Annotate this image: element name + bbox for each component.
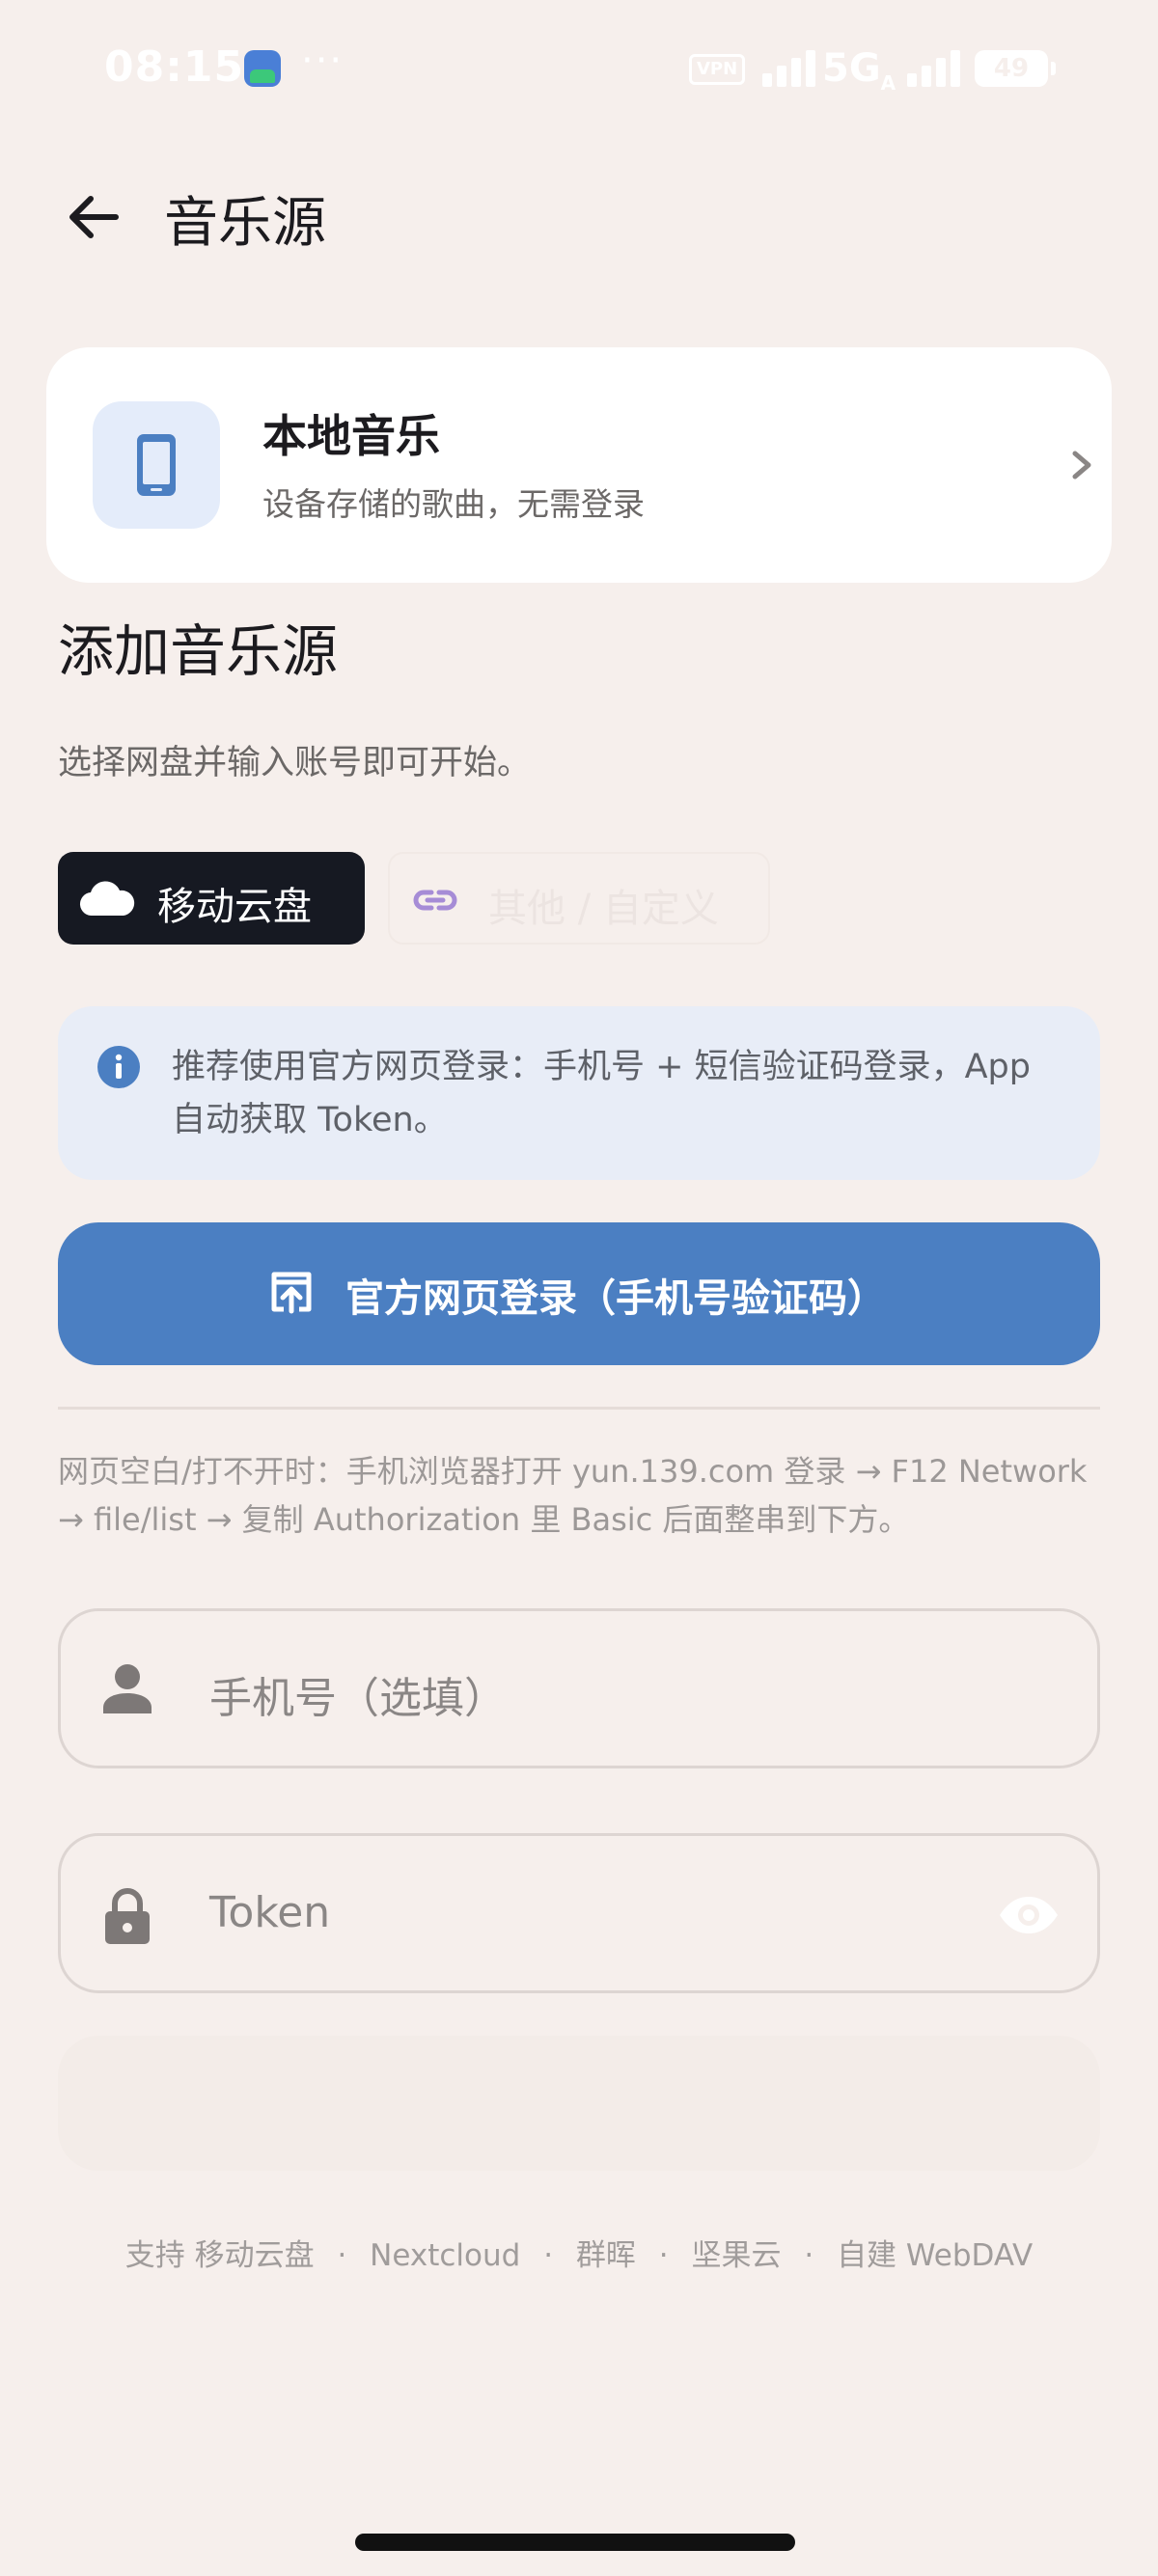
chip-other-custom[interactable]: 其他 / 自定义 — [388, 852, 770, 945]
open-in-browser-icon — [271, 1272, 312, 1314]
status-time: 08:15 — [104, 42, 245, 92]
visibility-eye-icon[interactable] — [997, 1894, 1061, 1936]
page-title: 音乐源 — [164, 192, 326, 255]
info-text: 推荐使用官方网页登录：手机号 + 短信验证码登录，App 自动获取 Token。 — [172, 1048, 1031, 1139]
hint-text: 网页空白/打不开时：手机浏览器打开 yun.139.com 登录 → F12 N… — [58, 1453, 1088, 1538]
vpn-badge: VPN — [689, 54, 746, 85]
chip-other-custom-label: 其他 / 自定义 — [488, 887, 719, 931]
more-notifications-icon: ··· — [301, 39, 345, 83]
submit-button-disabled[interactable] — [58, 2036, 1100, 2171]
official-web-login-button[interactable]: 官方网页登录（手机号验证码） — [58, 1222, 1100, 1365]
person-icon — [103, 1664, 152, 1713]
home-indicator[interactable] — [355, 2534, 795, 2551]
info-box: 推荐使用官方网页登录：手机号 + 短信验证码登录，App 自动获取 Token。 — [58, 1006, 1100, 1180]
chevron-right-icon — [1060, 442, 1102, 488]
app-notification-icon — [244, 50, 281, 87]
battery-icon: 49 — [975, 50, 1056, 87]
cloud-icon — [79, 881, 135, 917]
add-source-subtitle: 选择网盘并输入账号即可开始。 — [58, 744, 532, 782]
phone-icon — [93, 401, 220, 529]
status-bar: 08:15 ··· VPN 5GA 49 — [0, 0, 1158, 145]
lock-icon — [105, 1888, 150, 1944]
phone-input[interactable]: 手机号（选填） — [58, 1608, 1100, 1768]
token-input[interactable]: Token — [58, 1833, 1100, 1993]
network-type: 5GA — [822, 46, 896, 95]
signal-icon-2 — [907, 50, 963, 87]
link-icon — [413, 890, 457, 911]
chip-mobile-cloud-label: 移动云盘 — [157, 885, 312, 929]
info-icon — [96, 1045, 141, 1089]
chip-mobile-cloud[interactable]: 移动云盘 — [58, 852, 365, 945]
local-music-card[interactable]: 本地音乐 设备存储的歌曲，无需登录 — [46, 347, 1112, 583]
token-placeholder: Token — [209, 1888, 331, 1937]
add-source-title: 添加音乐源 — [58, 618, 339, 684]
signal-icon — [762, 50, 818, 87]
back-arrow-icon[interactable] — [60, 183, 127, 251]
official-web-login-label: 官方网页登录（手机号验证码） — [345, 1276, 886, 1321]
local-music-title: 本地音乐 — [262, 410, 440, 462]
local-music-subtitle: 设备存储的歌曲，无需登录 — [262, 485, 645, 523]
phone-placeholder: 手机号（选填） — [209, 1674, 507, 1723]
supported-providers: 支持 移动云盘 · Nextcloud · 群晖 · 坚果云 · 自建 WebD… — [124, 2238, 1034, 2273]
divider — [58, 1407, 1100, 1410]
